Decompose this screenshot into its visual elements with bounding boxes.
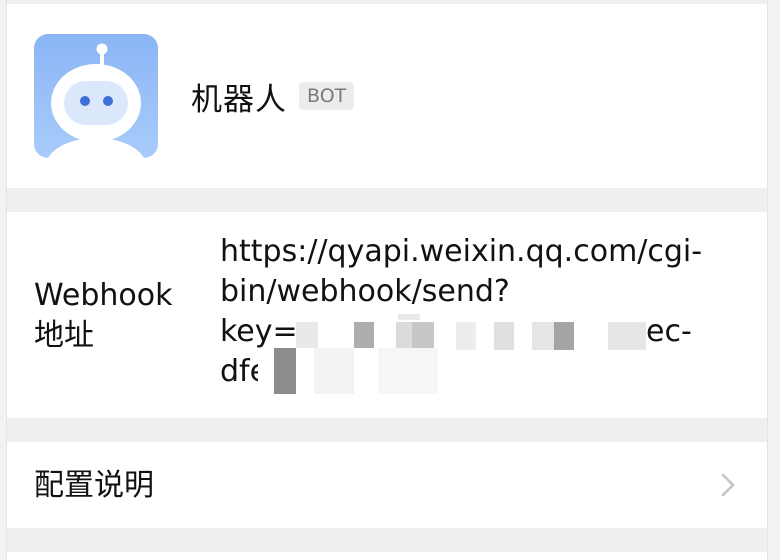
webhook-url-line3: key= ec- xyxy=(220,312,710,352)
webhook-url-line1: https://qyapi.weixin.qq.com/cgi- xyxy=(220,234,703,269)
webhook-url-key-suffix: ec- xyxy=(646,314,692,349)
webhook-label: Webhook 地址 xyxy=(34,276,184,356)
bot-avatar[interactable] xyxy=(34,34,158,158)
redaction-mask xyxy=(296,322,646,350)
bot-name-row: 机器人 BOT xyxy=(191,76,355,118)
config-label: 配置说明 xyxy=(34,468,154,503)
webhook-url-line2: bin/webhook/send? xyxy=(220,274,510,309)
bot-name: 机器人 xyxy=(191,81,287,118)
webhook-url-key-prefix: key= xyxy=(220,314,298,349)
webhook-row[interactable]: Webhook 地址 https://qyapi.weixin.qq.com/c… xyxy=(7,212,767,418)
robot-icon xyxy=(48,43,144,158)
next-section-edge xyxy=(7,552,767,560)
webhook-url[interactable]: https://qyapi.weixin.qq.com/cgi- bin/web… xyxy=(220,232,710,394)
redaction-mask-small xyxy=(398,314,420,320)
config-instructions-row[interactable]: 配置说明 xyxy=(7,442,767,528)
bot-badge: BOT xyxy=(299,82,355,110)
webhook-url-line4: dfe xyxy=(220,348,710,394)
redaction-mask-2 xyxy=(258,348,438,394)
chevron-right-icon xyxy=(721,473,735,497)
bot-profile-card: 机器人 BOT xyxy=(7,4,767,188)
webhook-label-line2: 地址 xyxy=(34,318,94,353)
screen: 机器人 BOT Webhook 地址 https://qyapi.weixin.… xyxy=(6,0,768,560)
webhook-label-line1: Webhook xyxy=(34,278,173,313)
